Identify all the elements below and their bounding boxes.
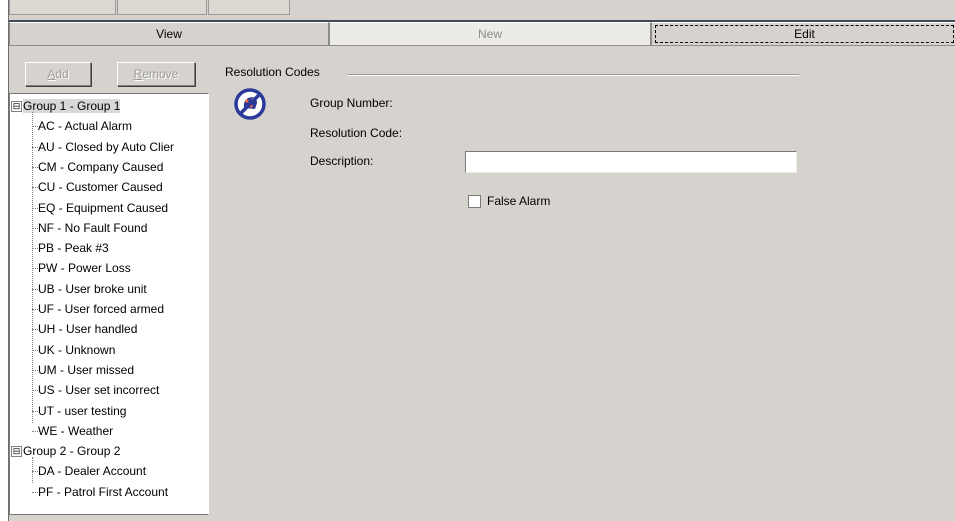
tree-group-label: Group 1 - Group 1 [23,99,121,113]
tree-item[interactable]: WE - Weather [38,421,113,441]
tree-item[interactable]: AU - Closed by Auto Clier [38,137,174,157]
resolution-code-tree[interactable]: ⊟ Group 1 - Group 1 AC - Actual Alarm AU - … [9,93,209,515]
tree-item[interactable]: CU - Customer Caused [38,177,163,197]
tree-item[interactable]: PB - Peak #3 [38,238,109,258]
top-tab-3[interactable] [208,0,290,15]
description-input[interactable] [465,151,797,173]
tree-item[interactable]: PW - Power Loss [38,258,131,278]
collapse-icon[interactable]: ⊟ [11,446,22,458]
collapse-icon[interactable]: ⊟ [11,101,22,113]
section-divider [347,74,799,76]
tree-branch-line [32,457,33,483]
false-alarm-checkbox[interactable] [468,195,481,208]
tree-item[interactable]: CM - Company Caused [38,157,163,177]
mode-tabs: View New Edit [9,22,955,46]
tab-view[interactable]: View [9,22,329,46]
tab-edit-label: Edit [794,27,815,41]
tree-item[interactable]: UH - User handled [38,319,137,339]
tree-group[interactable]: ⊟ Group 2 - Group 2 [10,441,120,461]
tree-item[interactable]: UM - User missed [38,360,134,380]
section-title: Resolution Codes [225,65,326,79]
tree-item[interactable]: AC - Actual Alarm [38,116,132,136]
remove-button[interactable]: Remove [117,62,195,86]
top-tab-1[interactable] [9,0,116,15]
tree-item[interactable]: NF - No Fault Found [38,218,147,238]
tree-item[interactable]: UT - user testing [38,401,126,421]
tree-item[interactable]: PF - Patrol First Account [38,482,168,502]
top-tab-2[interactable] [117,0,207,15]
tree-item[interactable]: UB - User broke unit [38,279,147,299]
tab-new[interactable]: New [329,22,651,46]
tree-branch-line [32,112,33,423]
tree-item[interactable]: EQ - Equipment Caused [38,198,168,218]
no-alarm-icon [233,87,267,121]
main-window: View New Edit Add Remove ⊟ Group 1 - Grou… [8,0,955,521]
tree-item[interactable]: UK - Unknown [38,340,115,360]
top-tab-strip [9,0,955,22]
resolution-code-label: Resolution Code: [310,126,403,140]
group-number-label: Group Number: [310,96,393,110]
add-button[interactable]: Add [25,62,91,86]
tree-group[interactable]: ⊟ Group 1 - Group 1 [10,96,121,116]
tree-group-label: Group 2 - Group 2 [23,444,121,458]
false-alarm-label[interactable]: False Alarm [487,194,550,208]
tree-item[interactable]: DA - Dealer Account [38,461,146,481]
description-label: Description: [310,154,374,168]
tree-item[interactable]: US - User set incorrect [38,380,159,400]
tree-item[interactable]: UF - User forced armed [38,299,164,319]
tab-edit[interactable]: Edit [651,22,955,46]
